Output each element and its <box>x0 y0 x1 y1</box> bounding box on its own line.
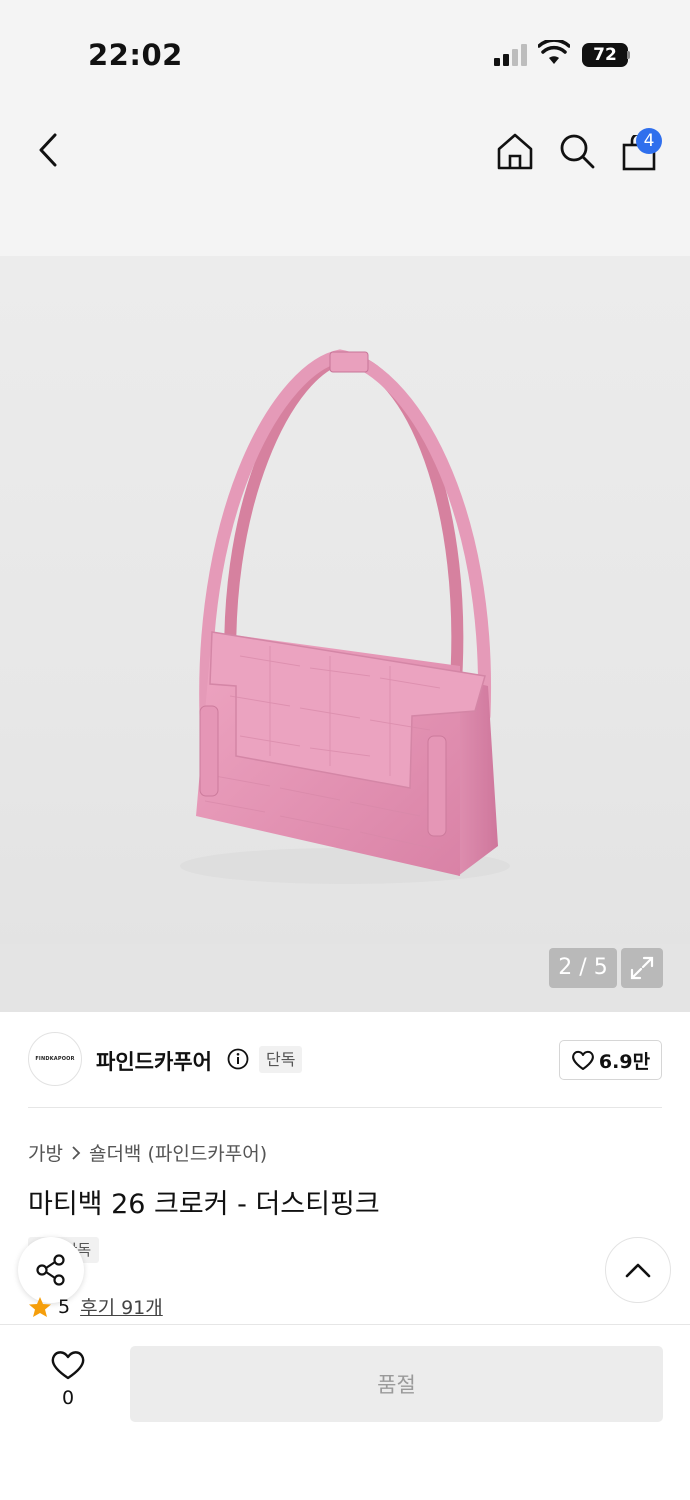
expand-image-button[interactable] <box>621 948 663 988</box>
chevron-left-icon <box>39 133 57 167</box>
battery-cap <box>627 51 630 59</box>
home-button[interactable] <box>492 128 538 174</box>
reviews-link[interactable]: 후기 91개 <box>80 1293 163 1320</box>
heart-icon <box>572 1050 594 1070</box>
product-title: 마티백 26 크로커 - 더스티핑크 <box>28 1189 380 1220</box>
search-button[interactable] <box>554 128 600 174</box>
wishlist-count: 0 <box>61 1387 75 1409</box>
star-icon <box>29 1296 51 1317</box>
heart-icon <box>51 1351 85 1380</box>
cart-count-badge: 4 <box>636 128 662 154</box>
share-icon <box>36 1254 65 1286</box>
expand-icon <box>630 956 654 980</box>
sold-out-button[interactable]: 품절 <box>130 1346 663 1422</box>
chevron-right-icon <box>72 1145 81 1160</box>
brand-like-button[interactable]: 6.9만 <box>559 1040 662 1080</box>
status-bar: 22:02 72 <box>0 0 690 110</box>
brand-name[interactable]: 파인드카푸어 <box>96 1046 212 1076</box>
brand-logo[interactable]: FINDKAPOOR <box>28 1032 82 1086</box>
breadcrumb-subcategory[interactable]: 숄더백 (파인드카푸어) <box>89 1139 267 1166</box>
home-icon <box>497 133 533 170</box>
rating-value: 5 <box>58 1295 71 1318</box>
scroll-top-button[interactable] <box>605 1237 671 1303</box>
breadcrumb: 가방 숄더백 (파인드카푸어) <box>28 1139 267 1166</box>
rating-row: 5 후기 91개 <box>28 1293 163 1320</box>
brand-like-count: 6.9만 <box>598 1050 651 1073</box>
bottom-action-bar: 0 품절 <box>0 1324 690 1500</box>
chevron-up-icon <box>625 1263 651 1278</box>
info-icon[interactable] <box>227 1048 249 1070</box>
battery-indicator: 72 <box>582 43 628 67</box>
brand-row: FINDKAPOOR 파인드카푸어 단독 6.9만 <box>0 1012 690 1108</box>
breadcrumb-category[interactable]: 가방 <box>28 1139 63 1166</box>
wishlist-button[interactable]: 0 <box>30 1349 106 1409</box>
wifi-icon <box>538 40 570 64</box>
exclusive-badge: 단독 <box>259 1046 303 1073</box>
cellular-signal-icon <box>494 44 530 66</box>
product-image-gallery[interactable] <box>0 256 690 1012</box>
search-icon <box>560 134 595 169</box>
divider <box>28 1107 662 1108</box>
back-button[interactable] <box>26 128 70 172</box>
image-counter: 2 / 5 <box>549 948 617 988</box>
product-bag-image <box>180 349 510 884</box>
status-time: 22:02 <box>88 38 183 72</box>
